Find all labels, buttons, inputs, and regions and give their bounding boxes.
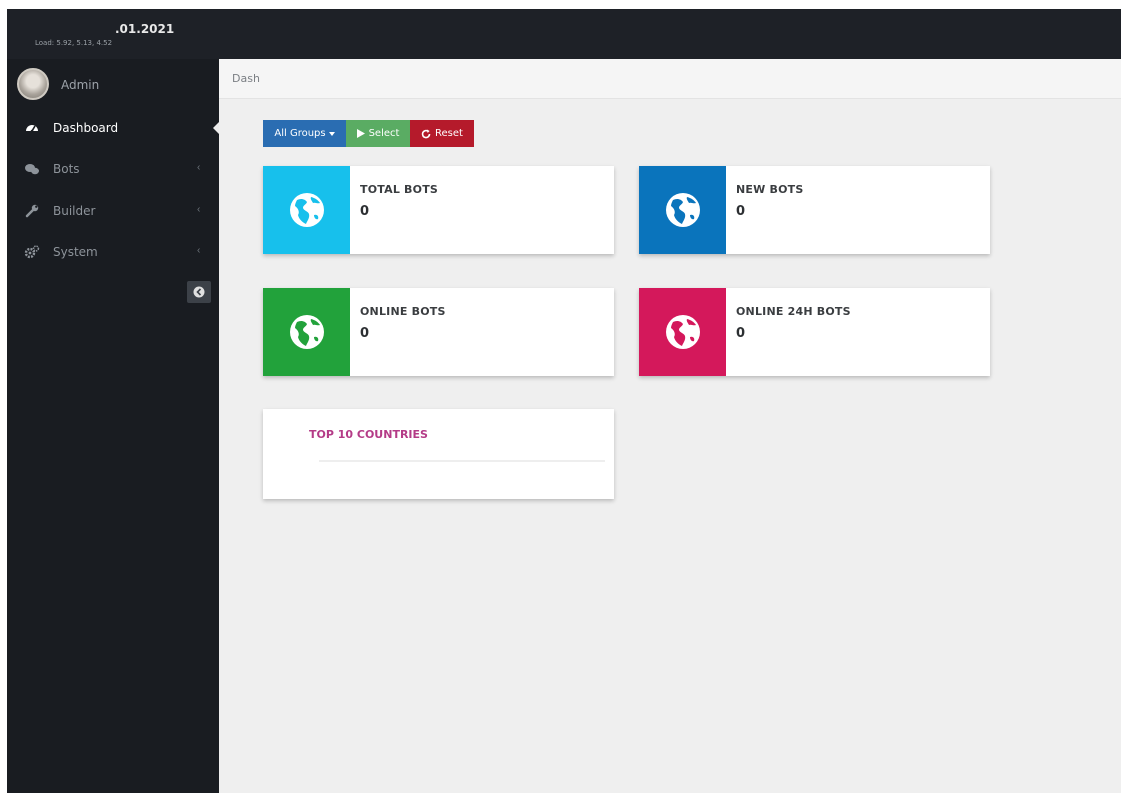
stat-tile bbox=[639, 166, 726, 254]
stat-card-online-bots: ONLINE BOTS 0 bbox=[263, 288, 614, 376]
sidebar-item-system[interactable]: System ‹ bbox=[7, 234, 219, 270]
arrow-left-circle-icon bbox=[193, 286, 205, 298]
user-panel[interactable]: Admin bbox=[7, 59, 219, 107]
play-icon bbox=[356, 129, 365, 138]
globe-icon bbox=[289, 315, 324, 349]
breadcrumb-item[interactable]: Dash bbox=[232, 72, 260, 85]
date-label: .01.2021 bbox=[115, 22, 175, 36]
breadcrumb: Dash bbox=[219, 59, 1121, 99]
select-button[interactable]: Select bbox=[346, 120, 410, 147]
sidebar-item-label: Dashboard bbox=[53, 121, 119, 135]
stat-card-new-bots: NEW BOTS 0 bbox=[639, 166, 990, 254]
stat-tile bbox=[263, 166, 350, 254]
chevron-left-icon: ‹ bbox=[197, 245, 201, 256]
wrench-icon bbox=[25, 204, 39, 218]
refresh-icon bbox=[421, 129, 431, 138]
all-groups-dropdown[interactable]: All Groups bbox=[263, 120, 346, 147]
select-label: Select bbox=[368, 128, 400, 139]
sidebar: Admin Dashboard Bots ‹ Builder ‹ System … bbox=[7, 59, 219, 793]
top-bar: .01.2021 Load: 5.92, 5.13, 4.52 bbox=[7, 9, 1121, 59]
divider bbox=[319, 460, 605, 462]
stat-title: TOTAL BOTS bbox=[360, 183, 439, 196]
stat-value: 0 bbox=[360, 204, 370, 219]
stat-value: 0 bbox=[736, 204, 746, 219]
reset-button[interactable]: Reset bbox=[410, 120, 474, 147]
dashboard-icon bbox=[26, 125, 38, 133]
load-label: Load: 5.92, 5.13, 4.52 bbox=[35, 39, 113, 47]
app-window: .01.2021 Load: 5.92, 5.13, 4.52 Admin Da… bbox=[7, 9, 1121, 793]
sidebar-item-label: Bots bbox=[53, 162, 80, 176]
stat-title: NEW BOTS bbox=[736, 183, 804, 196]
stat-card-online-24h-bots: ONLINE 24H BOTS 0 bbox=[639, 288, 990, 376]
sidebar-item-bots[interactable]: Bots ‹ bbox=[7, 151, 219, 187]
globe-icon bbox=[665, 315, 700, 349]
sidebar-collapse-button[interactable] bbox=[187, 281, 211, 303]
panel-title: TOP 10 COUNTRIES bbox=[309, 428, 428, 441]
sidebar-item-dashboard[interactable]: Dashboard bbox=[7, 110, 219, 146]
stat-tile bbox=[639, 288, 726, 376]
reset-label: Reset bbox=[435, 128, 463, 139]
stat-title: ONLINE 24H BOTS bbox=[736, 305, 851, 318]
sidebar-item-builder[interactable]: Builder ‹ bbox=[7, 193, 219, 229]
stat-value: 0 bbox=[736, 326, 746, 341]
globe-icon bbox=[289, 193, 324, 227]
top-countries-panel: TOP 10 COUNTRIES bbox=[263, 409, 614, 499]
sidebar-item-label: System bbox=[53, 245, 98, 259]
gears-icon bbox=[24, 245, 40, 259]
caret-down-icon bbox=[328, 131, 335, 136]
user-name: Admin bbox=[61, 78, 100, 92]
active-pointer bbox=[213, 122, 219, 134]
chevron-left-icon: ‹ bbox=[197, 162, 201, 173]
chevron-left-icon: ‹ bbox=[197, 204, 201, 215]
globe-icon bbox=[665, 193, 700, 227]
stat-tile bbox=[263, 288, 350, 376]
stat-card-total-bots: TOTAL BOTS 0 bbox=[263, 166, 614, 254]
stat-value: 0 bbox=[360, 326, 370, 341]
bots-icon bbox=[25, 164, 39, 175]
stat-title: ONLINE BOTS bbox=[360, 305, 446, 318]
all-groups-label: All Groups bbox=[274, 128, 326, 139]
sidebar-item-label: Builder bbox=[53, 204, 96, 218]
avatar[interactable] bbox=[17, 68, 49, 100]
